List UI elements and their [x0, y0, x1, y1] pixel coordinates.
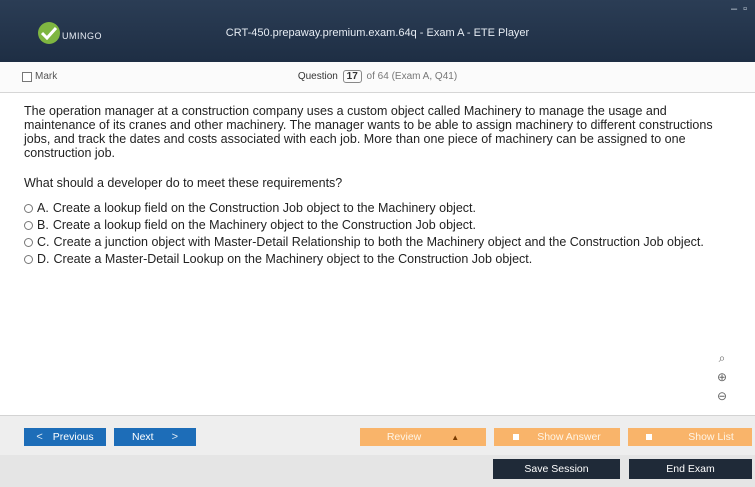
- checkbox-icon: [646, 434, 653, 440]
- question-text: The operation manager at a construction …: [24, 104, 713, 160]
- show-list-label: Show List: [688, 431, 734, 443]
- option-d[interactable]: D. Create a Master-Detail Lookup on the …: [24, 252, 739, 266]
- end-exam-button[interactable]: End Exam: [629, 459, 752, 479]
- zoom-in-icon[interactable]: ⊕: [717, 369, 727, 385]
- show-answer-label: Show Answer: [537, 431, 601, 443]
- next-button[interactable]: Next >: [114, 428, 196, 446]
- question-prompt: What should a developer do to meet these…: [24, 176, 343, 190]
- restore-icon[interactable]: ▫: [743, 4, 747, 15]
- zoom-out-icon[interactable]: ⊖: [717, 388, 727, 404]
- option-b[interactable]: B. Create a lookup field on the Machiner…: [24, 218, 739, 232]
- question-total: of 64 (Exam A, Q41): [366, 71, 458, 82]
- window-controls: – ▫: [731, 4, 747, 15]
- option-text: Create a junction object with Master-Det…: [53, 235, 704, 249]
- chevron-left-icon: <: [36, 431, 43, 443]
- question-number-input[interactable]: 17: [342, 70, 362, 83]
- title-bar: UMINGO CRT-450.prepaway.premium.exam.64q…: [0, 0, 755, 62]
- radio-icon[interactable]: [24, 238, 33, 247]
- show-answer-button[interactable]: Show Answer: [494, 428, 620, 446]
- option-a[interactable]: A. Create a lookup field on the Construc…: [24, 201, 739, 215]
- zoom-tools: ⌕ ⊕ ⊖: [710, 350, 734, 404]
- option-letter: A.: [37, 201, 49, 215]
- question-bar: Mark Question 17 of 64 (Exam A, Q41): [0, 62, 755, 93]
- chevron-right-icon: >: [171, 431, 179, 443]
- review-label: Review: [386, 431, 422, 443]
- caret-up-icon: ▲: [451, 432, 460, 442]
- option-letter: D.: [37, 252, 50, 266]
- next-label: Next: [131, 431, 154, 443]
- option-letter: C.: [37, 235, 50, 249]
- question-content: The operation manager at a construction …: [24, 104, 739, 269]
- previous-button[interactable]: < Previous: [24, 428, 106, 446]
- search-icon[interactable]: ⌕: [719, 350, 726, 366]
- show-list-button[interactable]: Show List: [628, 428, 752, 446]
- radio-icon[interactable]: [24, 255, 33, 264]
- option-c[interactable]: C. Create a junction object with Master-…: [24, 235, 739, 249]
- radio-icon[interactable]: [24, 204, 33, 213]
- review-button[interactable]: Review ▲: [360, 428, 486, 446]
- question-label: Question: [297, 71, 338, 82]
- minimize-icon[interactable]: –: [731, 4, 737, 15]
- option-letter: B.: [37, 218, 49, 232]
- option-text: Create a lookup field on the Constructio…: [52, 201, 476, 215]
- window-title: CRT-450.prepaway.premium.exam.64q - Exam…: [225, 27, 530, 39]
- question-counter: Question 17 of 64 (Exam A, Q41): [0, 70, 755, 83]
- previous-label: Previous: [52, 431, 94, 443]
- checkbox-icon: [513, 434, 520, 440]
- radio-icon[interactable]: [24, 221, 33, 230]
- option-text: Create a lookup field on the Machinery o…: [52, 218, 476, 232]
- navigation-bar: < Previous Next > Review ▲ Show Answer S…: [0, 415, 755, 456]
- option-text: Create a Master-Detail Lookup on the Mac…: [53, 252, 533, 266]
- save-session-button[interactable]: Save Session: [493, 459, 620, 479]
